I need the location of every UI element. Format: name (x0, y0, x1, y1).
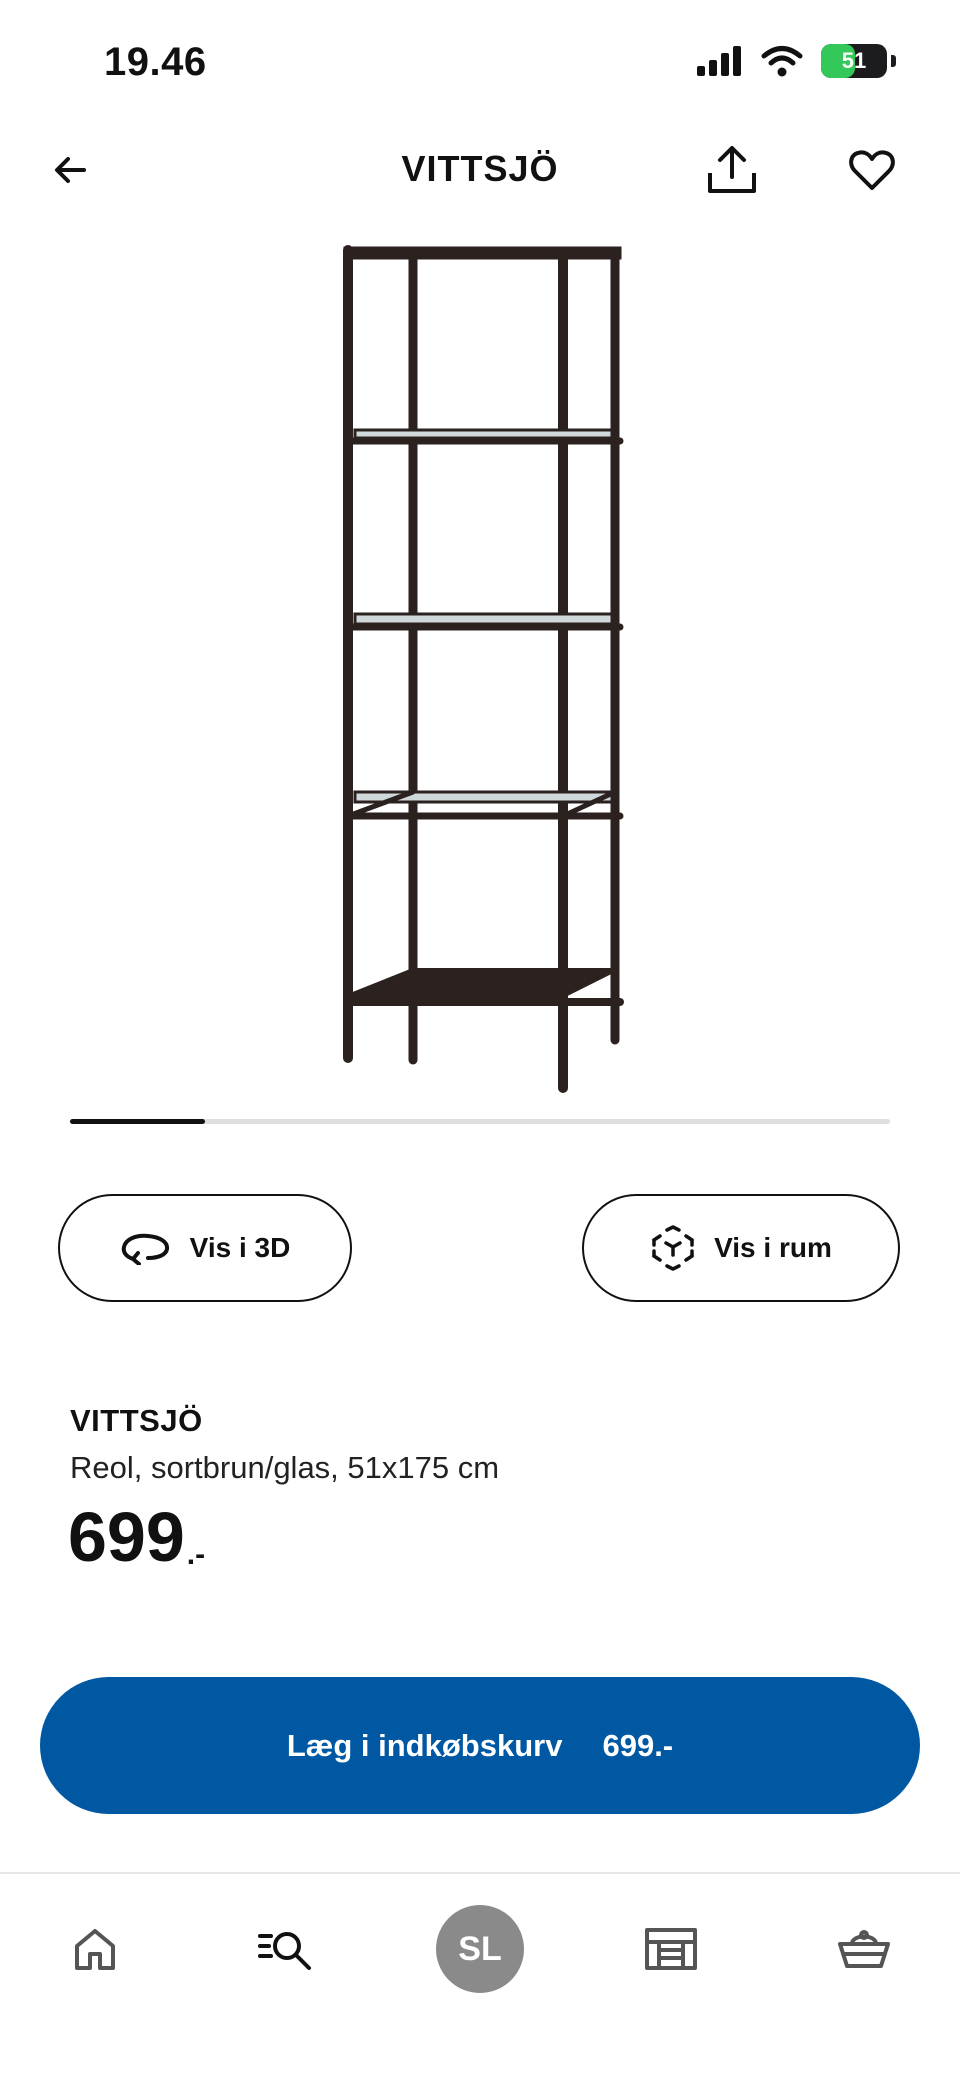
avatar: SL (436, 1905, 524, 1993)
rotate-3d-icon (121, 1233, 169, 1265)
share-icon (708, 146, 756, 193)
battery-percentage: 51 (841, 48, 867, 73)
battery-tip (891, 55, 896, 67)
share-button[interactable] (700, 138, 764, 202)
price-amount: 699 (68, 1498, 185, 1576)
product-image[interactable] (320, 230, 640, 1100)
add-to-cart-button[interactable]: Læg i indkøbskurv 699.- (40, 1677, 920, 1814)
heart-icon (849, 150, 895, 190)
signal-icon (697, 46, 741, 76)
product-description: Reol, sortbrun/glas, 51x175 cm (70, 1450, 500, 1485)
bottom-tab-bar: SL (0, 1872, 960, 2078)
tab-search[interactable] (241, 1904, 331, 1994)
carousel-indicator (70, 1119, 890, 1124)
view-3d-button[interactable]: Vis i 3D (58, 1194, 352, 1302)
basket-icon (838, 1930, 890, 1968)
product-name: VITTSJÖ (70, 1403, 203, 1438)
tab-home[interactable] (50, 1904, 140, 1994)
home-icon (75, 1929, 115, 1970)
favorite-button[interactable] (840, 138, 904, 202)
carousel-progress (70, 1119, 206, 1124)
add-to-cart-label: Læg i indkøbskurv (286, 1727, 563, 1763)
tab-profile[interactable]: SL (435, 1904, 525, 1994)
search-icon (258, 1932, 311, 1970)
view-in-room-button[interactable]: Vis i rum (582, 1194, 900, 1302)
store-icon (645, 1928, 697, 1970)
status-icons: 51 (697, 44, 896, 78)
tab-basket[interactable] (819, 1904, 909, 1994)
view-in-room-label: Vis i rum (714, 1232, 832, 1263)
page-title: VITTSJÖ (401, 148, 559, 189)
nav-bar: VITTSJÖ (0, 130, 960, 210)
shelf-unit-illustration (343, 245, 624, 1093)
status-bar: 19.46 51 (0, 0, 960, 120)
ar-cube-icon (652, 1225, 694, 1271)
status-time: 19.46 (104, 40, 207, 84)
wifi-icon (761, 46, 803, 77)
view-3d-label: Vis i 3D (189, 1232, 291, 1263)
battery-icon: 51 (821, 44, 887, 78)
tab-stores[interactable] (626, 1904, 716, 1994)
price-suffix: .- (186, 1538, 206, 1571)
product-price: 699 .- (68, 1502, 205, 1572)
add-to-cart-price: 699.- (602, 1727, 674, 1763)
